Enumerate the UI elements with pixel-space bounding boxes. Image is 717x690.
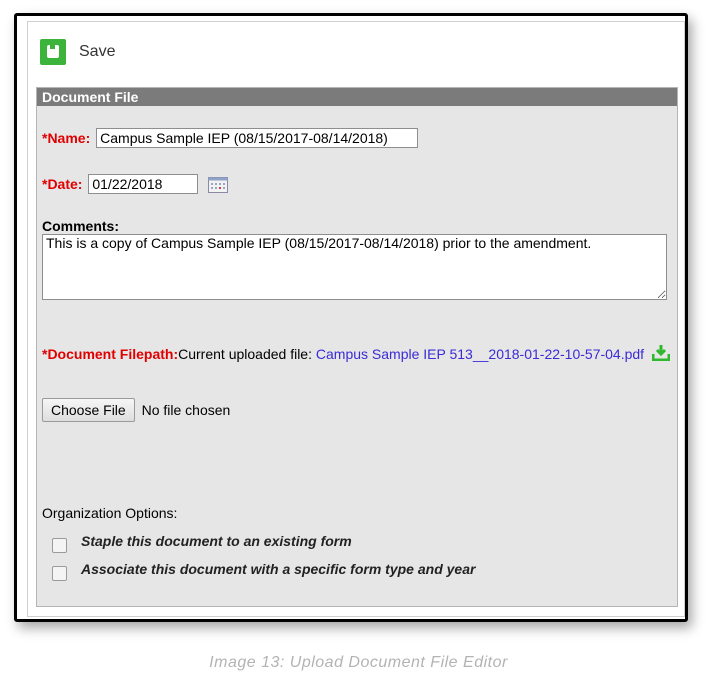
name-input[interactable] [96, 128, 419, 148]
document-editor-panel: Save Document File *Name: *Date: [27, 21, 685, 617]
associate-checkbox[interactable] [52, 566, 67, 581]
calendar-icon[interactable] [208, 177, 229, 194]
image-caption: Image 13: Upload Document File Editor [209, 654, 508, 671]
section-title: Document File [37, 88, 677, 106]
name-label: *Name: [42, 130, 91, 146]
toolbar: Save [28, 22, 684, 80]
file-chooser: Choose File No file chosen [42, 398, 230, 422]
save-button-label[interactable]: Save [79, 43, 115, 61]
comments-textarea[interactable]: This is a copy of Campus Sample IEP (08/… [42, 234, 667, 300]
current-file-link[interactable]: Campus Sample IEP 513__2018-01-22-10-57-… [316, 346, 644, 362]
download-icon[interactable] [651, 345, 671, 367]
staple-option-label: Staple this document to an existing form [81, 533, 352, 549]
date-input[interactable] [88, 174, 199, 194]
comments-label: Comments: [42, 218, 120, 234]
choose-file-button[interactable]: Choose File [42, 398, 135, 422]
name-row: *Name: [42, 128, 419, 148]
organization-options-title: Organization Options: [42, 505, 178, 521]
staple-checkbox[interactable] [52, 538, 67, 553]
save-icon-button[interactable] [40, 39, 66, 65]
document-file-section: Document File *Name: *Date: [36, 87, 678, 607]
current-file-text: Current uploaded file: [178, 346, 316, 362]
no-file-chosen-text: No file chosen [141, 402, 231, 418]
date-row: *Date: [42, 174, 229, 194]
filepath-label: *Document Filepath: [42, 346, 179, 362]
comments-row: Comments: This is a copy of Campus Sampl… [42, 218, 667, 303]
save-disk-icon [47, 45, 59, 58]
associate-option-label: Associate this document with a specific … [81, 561, 476, 577]
editor-frame: Save Document File *Name: *Date: [14, 13, 688, 622]
date-label: *Date: [42, 176, 83, 192]
filepath-row: *Document Filepath:Current uploaded file… [42, 344, 672, 367]
